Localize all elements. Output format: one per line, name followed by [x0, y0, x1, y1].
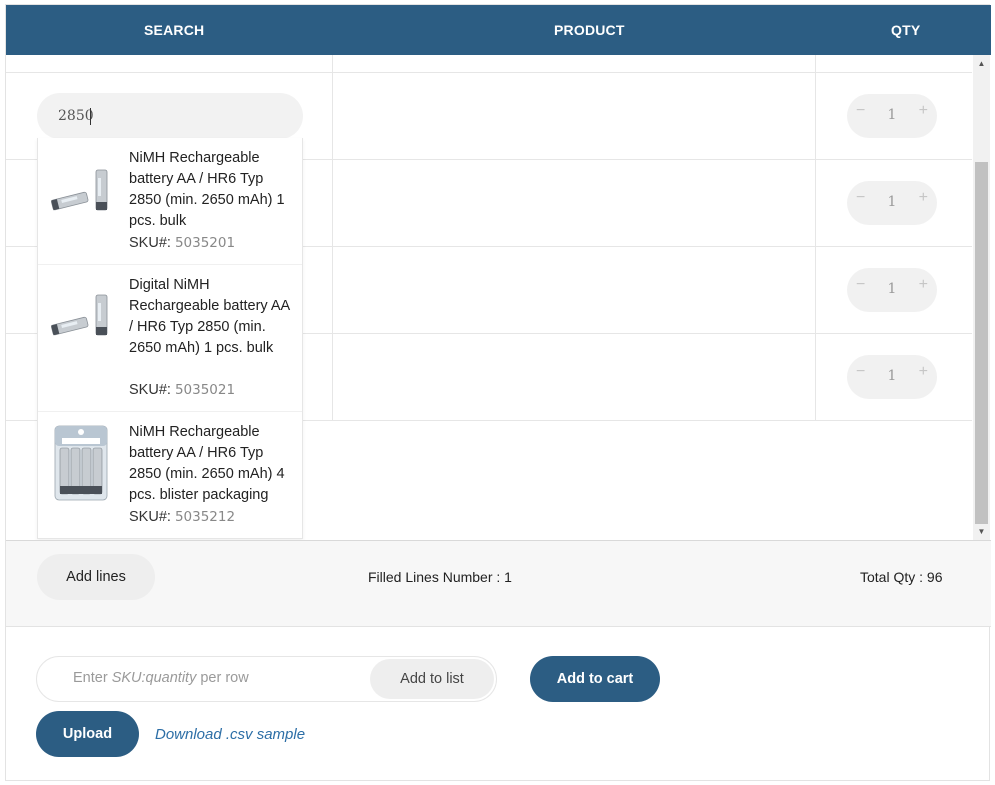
- suggestion-name: Digital NiMH Rechargeable battery AA / H…: [129, 277, 290, 356]
- scrollbar-thumb[interactable]: [975, 162, 988, 524]
- sku-quantity-input[interactable]: Enter SKU:quantity per row Add to list: [36, 656, 497, 702]
- suggestion-item[interactable]: Digital NiMH Rechargeable battery AA / H…: [38, 265, 302, 412]
- battery-image-icon: [51, 294, 108, 336]
- plus-icon[interactable]: +: [919, 363, 928, 381]
- header-product: PRODUCT: [554, 22, 625, 38]
- text-caret: [90, 108, 91, 125]
- suggestion-sku: SKU#: 5035201: [129, 235, 236, 251]
- header-qty: QTY: [891, 22, 921, 38]
- sku-quantity-placeholder: Enter SKU:quantity per row: [73, 670, 249, 686]
- plus-icon[interactable]: +: [919, 189, 928, 207]
- quantity-stepper: − 1 +: [847, 268, 937, 312]
- suggestion-sku: SKU#: 5035212: [129, 509, 236, 525]
- download-csv-link[interactable]: Download .csv sample: [155, 726, 305, 743]
- scroll-down-icon[interactable]: ▼: [973, 527, 990, 536]
- scrollbar[interactable]: ▲ ▼: [973, 55, 990, 540]
- blister-pack-image-icon: [54, 425, 108, 501]
- table-row-partial: [6, 55, 972, 73]
- search-suggestions: NiMH Rechargeable battery AA / HR6 Typ 2…: [37, 138, 303, 539]
- upload-button[interactable]: Upload: [36, 711, 139, 757]
- battery-image-icon: [51, 169, 108, 211]
- add-to-list-button[interactable]: Add to list: [370, 659, 494, 699]
- suggestion-item[interactable]: NiMH Rechargeable battery AA / HR6 Typ 2…: [38, 138, 302, 265]
- quantity-stepper: − 1 +: [847, 94, 937, 138]
- filled-lines-count: Filled Lines Number : 1: [368, 569, 512, 585]
- plus-icon[interactable]: +: [919, 102, 928, 120]
- scroll-up-icon[interactable]: ▲: [973, 59, 990, 68]
- summary-bar: Add lines Filled Lines Number : 1 Total …: [6, 540, 991, 627]
- suggestion-sku: SKU#: 5035021: [129, 382, 236, 398]
- plus-icon[interactable]: +: [919, 276, 928, 294]
- suggestion-name: NiMH Rechargeable battery AA / HR6 Typ 2…: [129, 424, 285, 503]
- table-header: SEARCH PRODUCT QTY: [6, 5, 991, 55]
- add-lines-button[interactable]: Add lines: [37, 554, 155, 600]
- add-to-cart-button[interactable]: Add to cart: [530, 656, 660, 702]
- suggestion-item[interactable]: NiMH Rechargeable battery AA / HR6 Typ 2…: [38, 412, 302, 538]
- search-input[interactable]: [37, 93, 303, 139]
- suggestion-name: NiMH Rechargeable battery AA / HR6 Typ 2…: [129, 150, 285, 229]
- quantity-stepper: − 1 +: [847, 355, 937, 399]
- header-search: SEARCH: [144, 22, 205, 38]
- quantity-stepper: − 1 +: [847, 181, 937, 225]
- total-qty: Total Qty : 96: [860, 569, 943, 585]
